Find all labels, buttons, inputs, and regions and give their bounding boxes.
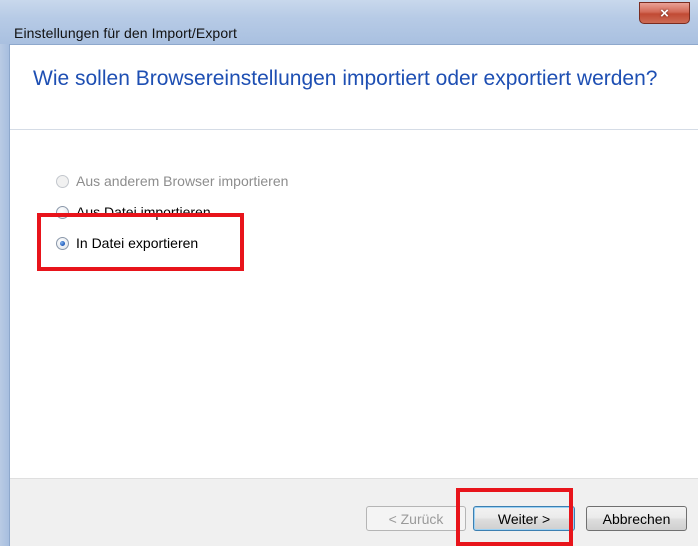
close-icon: × — [660, 4, 669, 22]
page-title: Wie sollen Browsereinstellungen importie… — [33, 67, 658, 90]
close-button[interactable]: × — [639, 2, 690, 24]
option-import-from-browser: Aus anderem Browser importieren — [56, 173, 288, 189]
next-button[interactable]: Weiter > — [473, 506, 575, 531]
option-label[interactable]: Aus Datei importieren — [76, 204, 211, 220]
back-button: < Zurück — [366, 506, 466, 531]
options-panel: Aus anderem Browser importieren Aus Date… — [10, 130, 698, 478]
cancel-button[interactable]: Abbrechen — [586, 506, 687, 531]
window-title: Einstellungen für den Import/Export — [14, 25, 237, 41]
option-label: Aus anderem Browser importieren — [76, 173, 289, 189]
option-label[interactable]: In Datei exportieren — [76, 235, 198, 251]
radio-import-from-file[interactable] — [56, 205, 69, 219]
radio-import-from-browser — [56, 174, 69, 188]
option-export-to-file[interactable]: In Datei exportieren — [56, 235, 198, 251]
option-import-from-file[interactable]: Aus Datei importieren — [56, 204, 211, 220]
title-bar[interactable]: Einstellungen für den Import/Export × — [0, 0, 698, 45]
import-export-dialog: Einstellungen für den Import/Export × Wi… — [0, 0, 698, 546]
radio-export-to-file[interactable] — [56, 236, 69, 250]
button-bar: < Zurück Weiter > Abbrechen — [10, 478, 698, 546]
dialog-header: Wie sollen Browsereinstellungen importie… — [10, 45, 698, 130]
window-frame-left — [0, 44, 10, 546]
